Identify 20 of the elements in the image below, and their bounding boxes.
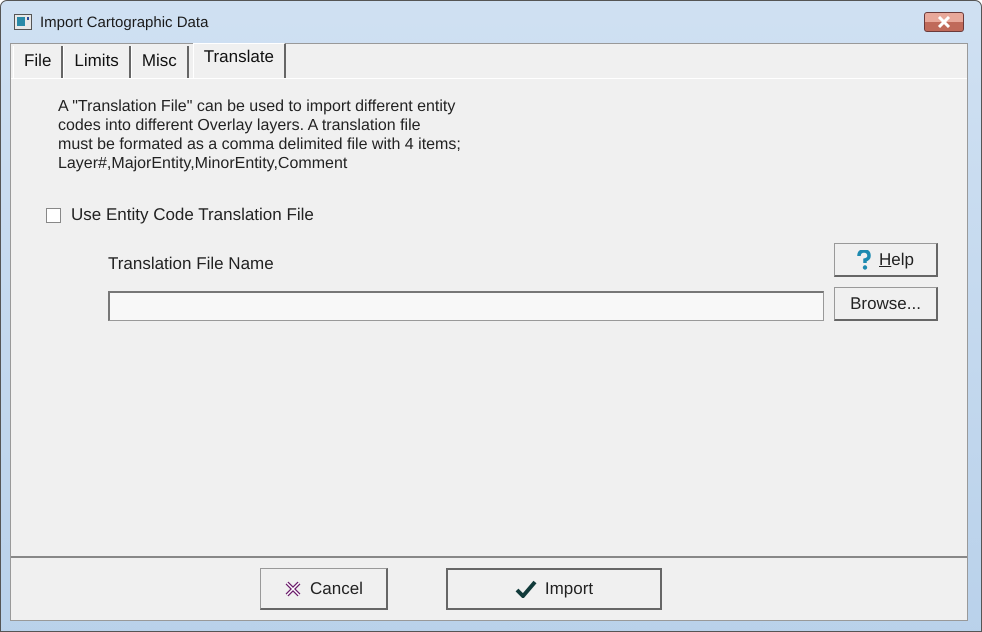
close-icon [936, 16, 952, 28]
description-text: A "Translation File" can be used to import different entity codes into different Overlay layers. A translation file must be formated as a comma delimited file with 4 items; Layer#,MajorEntity,MinorEntity,Comment [58, 97, 462, 173]
question-mark-icon [857, 250, 872, 270]
app-icon [14, 14, 32, 30]
cancel-button[interactable]: Cancel [260, 568, 388, 610]
tab[interactable]: File [13, 46, 64, 78]
import-button[interactable]: Import [446, 568, 662, 610]
close-button[interactable] [924, 12, 964, 32]
window-title: Import Cartographic Data [40, 14, 210, 30]
file-name-field[interactable] [108, 291, 824, 321]
checkbox-label: Use Entity Code Translation File [71, 205, 314, 225]
tab[interactable]: Misc [130, 46, 189, 78]
tab[interactable]: Limits [63, 46, 131, 78]
checkmark-icon [514, 580, 537, 598]
cross-icon [284, 580, 302, 598]
browse-button[interactable]: Browse... [834, 287, 938, 321]
checkbox[interactable] [46, 208, 61, 222]
tab[interactable]: Translate [192, 43, 286, 78]
field-label: Translation File Name [108, 254, 275, 275]
help-button[interactable]: Help [834, 243, 938, 277]
